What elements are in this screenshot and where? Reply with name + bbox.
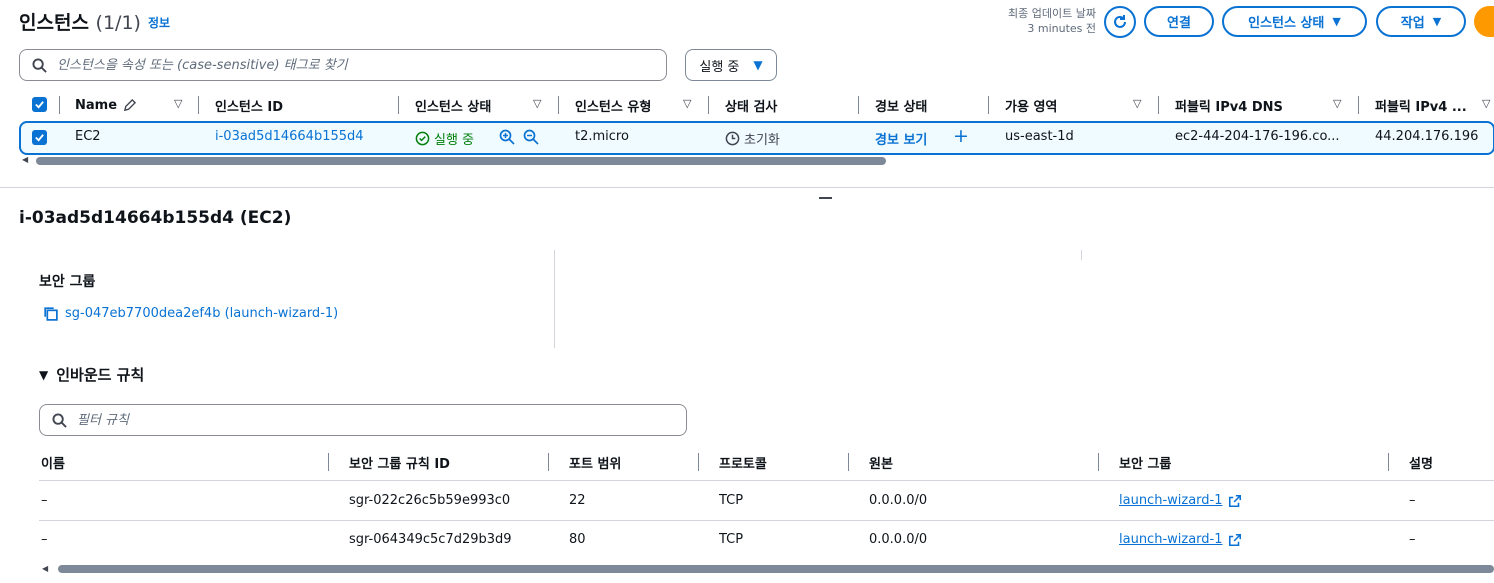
actions-button[interactable]: 작업 ▼ bbox=[1376, 6, 1466, 37]
sort-icon[interactable]: ▽ bbox=[1333, 97, 1341, 110]
instance-count: (1/1) bbox=[95, 12, 141, 34]
cell-state: 실행 중 bbox=[415, 129, 474, 148]
rule-name: – bbox=[41, 532, 48, 547]
horizontal-scrollbar[interactable] bbox=[58, 565, 1494, 573]
col-instance-state[interactable]: 인스턴스 상태 bbox=[415, 96, 491, 115]
rule-col-source: 원본 bbox=[869, 457, 893, 472]
col-public-dns[interactable]: 퍼블릭 IPv4 DNS bbox=[1175, 96, 1283, 115]
sort-icon[interactable]: ▽ bbox=[1482, 97, 1490, 110]
refresh-icon bbox=[1114, 15, 1126, 28]
rule-source: 0.0.0.0/0 bbox=[869, 493, 928, 508]
rule-col-id: 보안 그룹 규칙 ID bbox=[349, 457, 450, 472]
col-public-ip[interactable]: 퍼블릭 IPv4 ... bbox=[1375, 96, 1467, 115]
filter-input[interactable] bbox=[77, 412, 637, 428]
rule-group-link[interactable]: launch-wizard-1 bbox=[1119, 532, 1242, 547]
rule-name: – bbox=[41, 493, 48, 508]
security-group-label: 보안 그룹 bbox=[39, 274, 96, 290]
rule-col-name: 이름 bbox=[41, 457, 65, 472]
col-alarm-status[interactable]: 경보 상태 bbox=[875, 96, 927, 115]
page-title: 인스턴스 (1/1) bbox=[19, 12, 141, 34]
cell-public-ip: 44.204.176.196 bbox=[1375, 129, 1479, 144]
rule-port: 22 bbox=[569, 493, 586, 508]
clock-icon bbox=[725, 131, 740, 146]
caret-down-icon: ▼ bbox=[1332, 15, 1341, 28]
rule-id: sgr-022c26c5b59e993c0 bbox=[349, 493, 511, 508]
rule-protocol: TCP bbox=[719, 532, 744, 547]
rule-port: 80 bbox=[569, 532, 586, 547]
search-icon bbox=[32, 57, 47, 73]
select-all-checkbox[interactable] bbox=[32, 97, 47, 112]
search-icon bbox=[52, 412, 67, 428]
instance-state-button[interactable]: 인스턴스 상태 ▼ bbox=[1222, 6, 1367, 37]
cell-status-check: 초기화 bbox=[725, 129, 780, 148]
rule-desc: – bbox=[1409, 493, 1416, 508]
rule-protocol: TCP bbox=[719, 493, 744, 508]
external-link-icon bbox=[1228, 533, 1241, 546]
rule-group-link[interactable]: launch-wizard-1 bbox=[1119, 493, 1242, 508]
rule-source: 0.0.0.0/0 bbox=[869, 532, 928, 547]
check-icon bbox=[35, 134, 44, 142]
detail-title: i-03ad5d14664b155d4 (EC2) bbox=[19, 208, 292, 228]
rule-col-port: 포트 범위 bbox=[569, 457, 622, 472]
cell-type: t2.micro bbox=[575, 129, 629, 144]
caret-down-icon: ▼ bbox=[1432, 15, 1442, 28]
connect-button[interactable]: 연결 bbox=[1144, 6, 1214, 37]
horizontal-scrollbar[interactable] bbox=[36, 157, 886, 165]
plus-icon[interactable]: + bbox=[953, 125, 969, 147]
external-link-icon bbox=[1228, 494, 1241, 507]
rule-col-protocol: 프로토콜 bbox=[719, 457, 767, 472]
view-alarms-link[interactable]: 경보 보기 bbox=[875, 129, 927, 148]
inbound-rules-toggle[interactable]: ▼ 인바운드 규칙 bbox=[39, 364, 144, 385]
sort-icon[interactable]: ▽ bbox=[533, 97, 541, 110]
state-filter-select[interactable]: 실행 중 ▼ bbox=[685, 49, 777, 81]
sort-icon[interactable]: ▽ bbox=[1133, 97, 1141, 110]
col-name[interactable]: Name bbox=[75, 96, 137, 114]
zoom-in-icon[interactable] bbox=[499, 129, 515, 145]
rule-desc: – bbox=[1409, 532, 1416, 547]
rule-id: sgr-064349c5c7d29b3d9 bbox=[349, 532, 512, 547]
rule-col-desc: 설명 bbox=[1409, 457, 1433, 472]
check-icon bbox=[35, 101, 44, 109]
security-group-link[interactable]: sg-047eb7700dea2ef4b (launch-wizard-1) bbox=[42, 305, 338, 322]
cell-public-dns: ec2-44-204-176-196.co... bbox=[1175, 129, 1340, 144]
split-divider[interactable] bbox=[0, 187, 1494, 188]
cell-name: EC2 bbox=[75, 129, 101, 144]
scroll-left-arrow[interactable]: ◀ bbox=[22, 155, 28, 164]
sort-icon[interactable]: ▽ bbox=[174, 97, 182, 110]
pencil-icon bbox=[123, 98, 137, 111]
row-checkbox[interactable] bbox=[32, 130, 47, 145]
zoom-out-icon[interactable] bbox=[523, 129, 539, 145]
caret-down-icon: ▼ bbox=[39, 367, 49, 382]
rules-filter[interactable] bbox=[39, 404, 687, 436]
col-availability-zone[interactable]: 가용 영역 bbox=[1005, 96, 1057, 115]
instance-id-link[interactable]: i-03ad5d14664b155d4 bbox=[215, 129, 364, 144]
launch-instance-button[interactable] bbox=[1474, 6, 1494, 37]
search-input[interactable] bbox=[57, 57, 617, 73]
info-link[interactable]: 정보 bbox=[148, 14, 170, 31]
copy-icon[interactable] bbox=[42, 305, 59, 322]
check-circle-icon bbox=[415, 131, 430, 146]
scroll-left-arrow[interactable]: ◀ bbox=[42, 564, 48, 573]
col-status-check[interactable]: 상태 검사 bbox=[725, 96, 777, 115]
last-updated: 최종 업데이트 날짜 3 minutes 전 bbox=[1008, 7, 1096, 35]
sort-icon[interactable]: ▽ bbox=[683, 97, 691, 110]
minimize-icon[interactable] bbox=[819, 197, 832, 199]
col-instance-id[interactable]: 인스턴스 ID bbox=[215, 96, 283, 115]
rule-col-group: 보안 그룹 bbox=[1119, 457, 1172, 472]
instance-search[interactable] bbox=[19, 49, 667, 81]
cell-az: us-east-1d bbox=[1005, 129, 1074, 144]
refresh-button[interactable] bbox=[1104, 6, 1136, 38]
caret-down-icon: ▼ bbox=[753, 58, 763, 72]
col-instance-type[interactable]: 인스턴스 유형 bbox=[575, 96, 651, 115]
